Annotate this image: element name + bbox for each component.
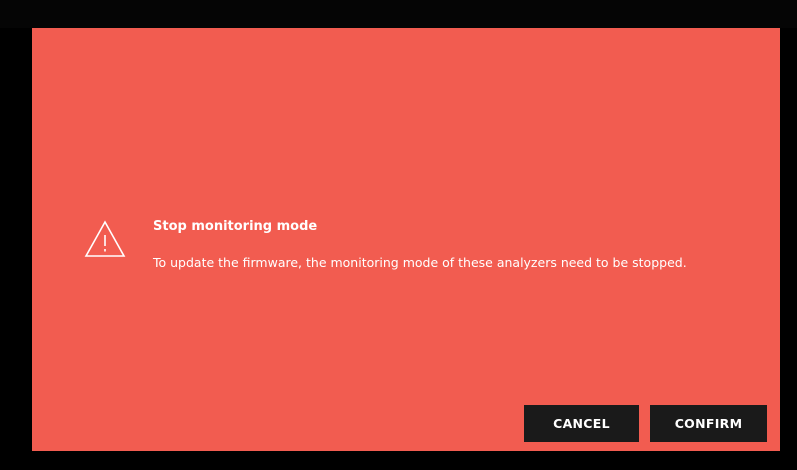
dialog-message: To update the firmware, the monitoring m… bbox=[153, 255, 687, 270]
confirm-button[interactable]: CONFIRM bbox=[650, 405, 767, 442]
cancel-button[interactable]: CANCEL bbox=[524, 405, 639, 442]
dialog-title: Stop monitoring mode bbox=[153, 219, 318, 234]
top-status-strip bbox=[0, 0, 797, 28]
warning-triangle-icon bbox=[84, 220, 126, 258]
dialog-text-block: Stop monitoring mode To update the firmw… bbox=[153, 219, 733, 271]
screen-frame: Stop monitoring mode To update the firmw… bbox=[0, 0, 797, 470]
stop-monitoring-dialog: Stop monitoring mode To update the firmw… bbox=[32, 28, 780, 451]
